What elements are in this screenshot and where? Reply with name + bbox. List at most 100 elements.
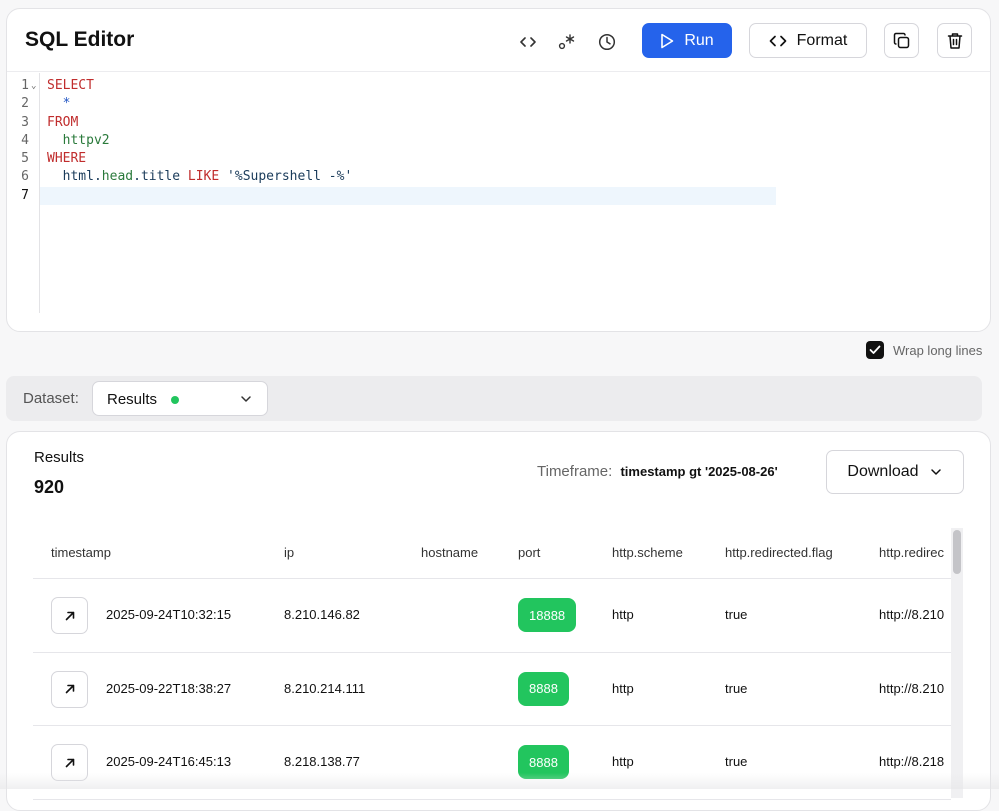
clear-button[interactable] — [937, 23, 972, 58]
column-header-http-scheme[interactable]: http.scheme — [612, 545, 683, 560]
code-line[interactable]: 4 httpv2 — [7, 132, 990, 150]
chevron-down-icon — [241, 396, 251, 402]
results-table: timestamp ip hostname port http.scheme h… — [33, 528, 951, 810]
line-number: 7 — [21, 187, 29, 203]
dataset-bar: Dataset: Results — [6, 376, 982, 421]
code-line[interactable]: 2 * — [7, 95, 990, 113]
scrollbar-thumb[interactable] — [953, 530, 961, 574]
code-icon — [769, 35, 787, 46]
http-scheme-cell: http — [612, 607, 634, 622]
line-number: 1 — [21, 78, 29, 93]
run-button-label: Run — [684, 31, 714, 49]
check-icon — [869, 345, 881, 354]
code-text: FROM — [47, 114, 78, 132]
format-button[interactable]: Format — [749, 23, 867, 58]
column-header-hostname[interactable]: hostname — [421, 545, 478, 560]
sql-editor-panel: SQL Editor Run Format 1 ⌄ SELECT 2 * 3 FROM 4 … — [6, 8, 991, 332]
code-token: httpv2 — [47, 132, 110, 148]
run-button[interactable]: Run — [642, 23, 732, 58]
play-icon — [661, 33, 674, 48]
column-header-http-redirected-flag[interactable]: http.redirected.flag — [725, 545, 833, 560]
arrow-up-right-icon — [65, 758, 74, 767]
results-label: Results — [34, 449, 85, 466]
code-token: title — [140, 169, 181, 185]
code-token: '%Supershell -%' — [227, 169, 353, 185]
table-row[interactable]: 2025-09-22T18:38:27 8.210.214.111 8888 http… — [33, 653, 951, 726]
wrap-long-lines-toggle[interactable]: Wrap long lines — [866, 341, 982, 359]
code-text: WHERE — [47, 150, 86, 168]
chevron-down-icon — [930, 469, 941, 475]
dataset-label: Dataset: — [23, 390, 79, 407]
results-panel: Results 920 Timeframe: timestamp gt '202… — [6, 431, 991, 811]
code-token: * — [47, 96, 71, 112]
timestamp-cell: 2025-09-22T18:38:27 — [106, 680, 232, 696]
code-editor[interactable]: 1 ⌄ SELECT 2 * 3 FROM 4 httpv2 5 WHERE 6 html.hea… — [7, 77, 990, 205]
active-line-highlight — [40, 186, 776, 205]
code-token: LIKE — [187, 169, 220, 185]
code-line[interactable]: 3 FROM — [7, 114, 990, 132]
code-line[interactable]: 7 — [7, 186, 990, 205]
results-count: 920 — [34, 477, 65, 497]
open-record-button[interactable] — [51, 597, 88, 634]
arrow-up-right-icon — [65, 611, 74, 620]
code-token: . — [93, 169, 102, 185]
column-header-port[interactable]: port — [518, 545, 540, 560]
code-token: html — [47, 169, 94, 185]
line-number: 6 — [21, 169, 29, 185]
dataset-select[interactable]: Results — [92, 381, 268, 416]
line-number: 4 — [21, 132, 29, 148]
copy-button[interactable] — [884, 23, 919, 58]
variables-icon[interactable] — [554, 31, 580, 53]
row-divider — [33, 798, 951, 800]
history-icon[interactable] — [594, 31, 620, 53]
code-text: html.head.title LIKE '%Supershell -%' — [47, 168, 353, 186]
ip-cell: 8.218.138.77 — [284, 754, 360, 769]
code-token: SELECT — [47, 78, 94, 93]
editor-title: SQL Editor — [25, 28, 135, 51]
arrow-up-right-icon — [65, 684, 74, 694]
status-dot — [171, 396, 179, 404]
code-line[interactable]: 5 WHERE — [7, 150, 990, 168]
bottom-fade — [0, 773, 999, 789]
code-token: . — [133, 169, 141, 185]
line-number: 5 — [21, 151, 29, 167]
trash-icon — [947, 32, 962, 49]
download-label: Download — [847, 463, 919, 480]
wrap-checkbox[interactable] — [866, 341, 884, 359]
http-redirect-cell: http://8.210 — [879, 680, 945, 696]
http-redirected-flag-cell: true — [725, 607, 748, 622]
ip-cell: 8.210.214.111 — [284, 680, 366, 696]
column-header-timestamp[interactable]: timestamp — [51, 545, 111, 560]
code-view-icon[interactable] — [515, 31, 541, 53]
code-token: WHERE — [47, 151, 87, 167]
http-redirected-flag-cell: true — [725, 680, 748, 696]
editor-toolbar: SQL Editor Run Format — [7, 9, 990, 72]
http-redirect-cell: http://8.218 — [879, 754, 945, 769]
column-header-ip[interactable]: ip — [284, 545, 294, 560]
format-button-label: Format — [796, 31, 848, 49]
timeframe: Timeframe: timestamp gt '2025-08-26' — [537, 463, 778, 480]
column-header-http-redirect[interactable]: http.redirec — [879, 545, 944, 560]
timeframe-label: Timeframe: — [537, 463, 613, 480]
timestamp-cell: 2025-09-24T10:32:15 — [106, 607, 232, 622]
code-text: httpv2 — [47, 132, 110, 150]
wrap-label: Wrap long lines — [893, 342, 983, 358]
port-badge: 18888 — [518, 598, 577, 632]
code-text: SELECT — [47, 77, 94, 95]
code-line[interactable]: 6 html.head.title LIKE '%Supershell -%' — [7, 168, 990, 186]
line-number: 3 — [21, 114, 29, 130]
code-line[interactable]: 1 ⌄ SELECT — [7, 77, 990, 95]
table-row[interactable]: 2025-09-24T10:32:15 8.210.146.82 18888 http… — [33, 579, 951, 652]
timestamp-cell: 2025-09-24T16:45:13 — [106, 754, 232, 769]
http-redirect-cell: http://8.210 — [879, 607, 945, 622]
code-token: FROM — [47, 114, 79, 130]
open-record-button[interactable] — [51, 670, 88, 708]
http-scheme-cell: http — [612, 680, 634, 696]
copy-icon — [893, 32, 909, 48]
code-token: head — [101, 169, 134, 185]
download-button[interactable]: Download — [826, 450, 964, 494]
fold-chevron-icon[interactable]: ⌄ — [31, 77, 36, 95]
code-text: * — [47, 95, 71, 113]
